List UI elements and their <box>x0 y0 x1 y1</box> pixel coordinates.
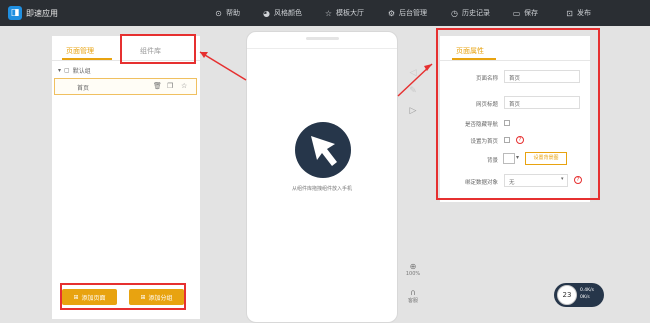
download-speed: 0K/s <box>580 295 590 300</box>
upload-speed: 0.4K/s <box>580 288 594 293</box>
copy-icon[interactable]: ❐ <box>167 82 173 90</box>
caret-down-icon[interactable]: ▾ <box>58 67 61 74</box>
nav-help-label: 帮助 <box>226 9 240 17</box>
help-icon: ⊙ <box>215 8 222 18</box>
page-group-label: 默认组 <box>72 68 91 75</box>
undo-icon[interactable]: ◁ <box>406 66 420 80</box>
nav-style-color-label: 风格颜色 <box>274 9 302 17</box>
zoom-icon: ⊕ <box>409 262 417 271</box>
left-panel: 页面管理 组件库 ▾ ▢ 默认组 首页 🗑 ❐ ☆ ⊞ 添加页面 ⊞ 添加分组 <box>52 36 200 319</box>
save-icon: ▭ <box>512 8 521 18</box>
drop-hint-text: 从组件库拖拽组件放入手机 <box>291 186 352 192</box>
app-logo-icon: ◨ <box>8 6 22 20</box>
history-icon: ◷ <box>451 8 458 18</box>
top-bar: ◨ 即速应用 ⊙ 帮助 ◕ 风格颜色 ☆ 模板大厅 ⚙ 后台管理 ◷ 历史记录 … <box>0 0 650 26</box>
phone-speaker <box>306 37 339 40</box>
zoom-label: 100% <box>405 271 421 277</box>
support-control[interactable]: ∩ 客服 <box>403 288 423 304</box>
page-group[interactable]: ▾ ▢ 默认组 <box>58 66 91 75</box>
annotation-box-bottom-buttons <box>60 283 186 310</box>
nav-history[interactable]: ◷ 历史记录 <box>450 8 490 18</box>
nav-backend[interactable]: ⚙ 后台管理 <box>387 8 427 18</box>
drag-cursor-icon <box>295 122 351 178</box>
speed-readout: 0.4K/s 0K/s <box>580 287 602 301</box>
publish-icon: ⊡ <box>566 8 573 18</box>
phone-screen-edge <box>247 48 397 49</box>
folder-icon: ▢ <box>64 67 70 74</box>
tab-page-management[interactable]: 页面管理 <box>66 46 94 56</box>
annotation-box-component-tab <box>120 34 196 64</box>
speed-badge: 23 <box>557 285 577 305</box>
nav-help[interactable]: ⊙ 帮助 <box>214 8 240 18</box>
nav-publish[interactable]: ⊡ 发布 <box>565 8 591 18</box>
page-item-label: 首页 <box>77 85 90 92</box>
page-item-home[interactable]: 首页 🗑 ❐ ☆ <box>54 78 197 95</box>
preview-icon[interactable]: ▷ <box>406 104 420 118</box>
nav-style-color[interactable]: ◕ 风格颜色 <box>262 8 302 18</box>
zoom-control[interactable]: ⊕ 100% <box>403 262 423 277</box>
phone-canvas[interactable]: 从组件库拖拽组件放入手机 <box>246 31 398 323</box>
nav-save[interactable]: ▭ 保存 <box>512 8 538 18</box>
annotation-box-properties <box>436 28 600 200</box>
palette-icon: ◕ <box>263 8 270 18</box>
nav-template-hall-label: 模板大厅 <box>336 9 364 17</box>
nav-history-label: 历史记录 <box>462 9 490 17</box>
app-title: 即速应用 <box>26 9 58 18</box>
nav-template-hall[interactable]: ☆ 模板大厅 <box>324 8 364 18</box>
nav-publish-label: 发布 <box>577 9 591 17</box>
star-icon: ☆ <box>324 8 333 18</box>
nav-save-label: 保存 <box>524 9 538 17</box>
pencil-icon[interactable]: ✎ <box>406 84 420 98</box>
support-label: 客服 <box>407 298 418 304</box>
gear-icon: ⚙ <box>387 8 396 18</box>
star-icon[interactable]: ☆ <box>181 82 187 90</box>
nav-backend-label: 后台管理 <box>399 9 427 17</box>
delete-icon[interactable]: 🗑 <box>153 82 162 90</box>
headset-icon: ∩ <box>410 288 416 297</box>
